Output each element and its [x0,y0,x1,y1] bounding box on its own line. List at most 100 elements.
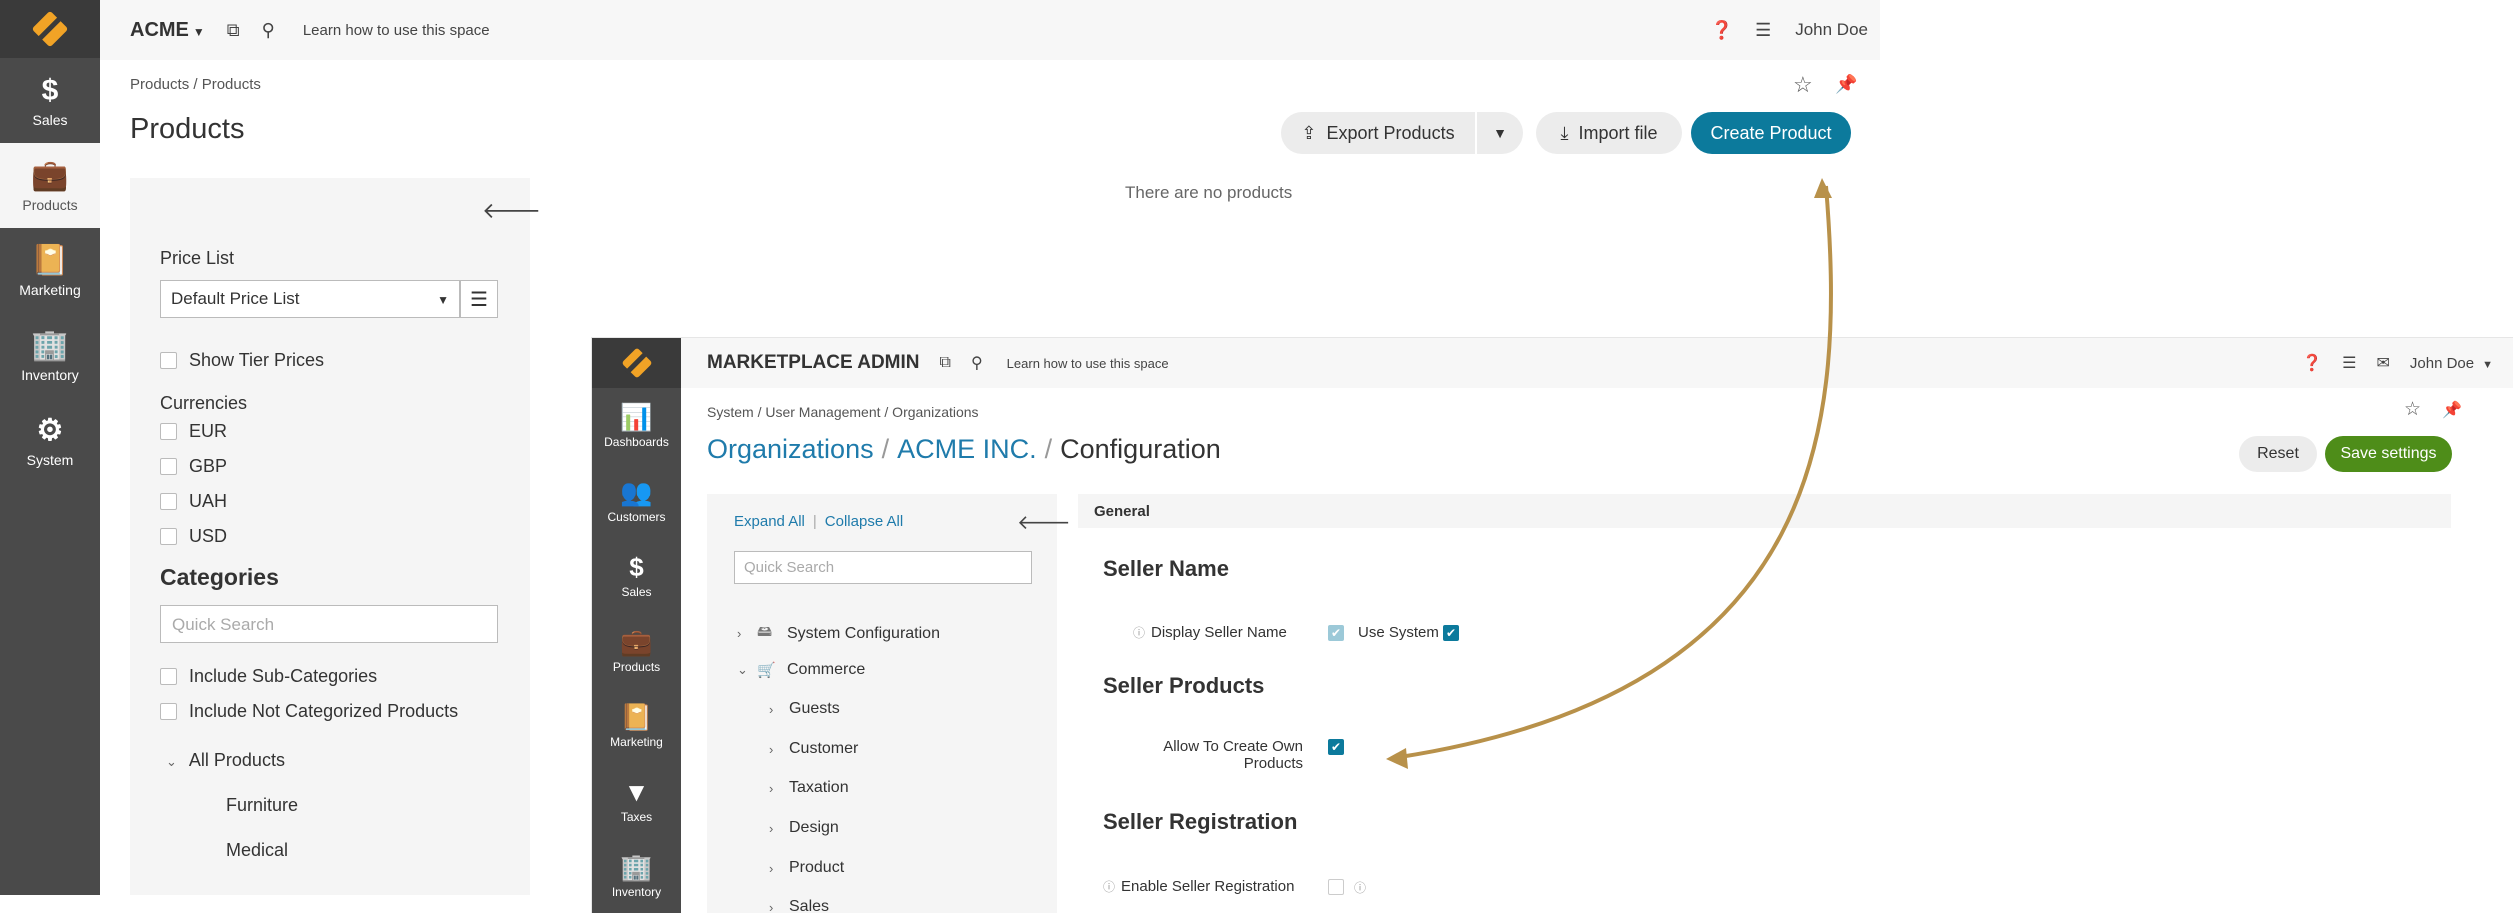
tree-node-customer[interactable]: › Customer [769,740,858,758]
include-not-categorized-checkbox[interactable]: Include Not Categorized Products [160,701,458,722]
include-sub-categories-checkbox[interactable]: Include Sub-Categories [160,666,377,687]
export-products-button[interactable]: ⇪ Export Products [1281,112,1475,154]
app-logo[interactable] [0,0,100,58]
info-icon: ⓘ [1103,880,1116,894]
nav-inventory[interactable]: 🏢 Inventory [592,838,681,913]
checkbox-box[interactable] [160,493,177,510]
user-name: John Doe [2409,354,2475,372]
help-icon[interactable]: ❓ [1711,20,1733,41]
tree-label: Guests [789,700,840,717]
logo-icon [620,347,653,379]
search-icon[interactable]: ⚲ [262,20,275,41]
tree-node-medical[interactable]: Medical [226,840,288,861]
tree-node-system-configuration[interactable]: › 🖴 System Configuration [737,621,940,646]
reset-button[interactable]: Reset [2239,436,2317,472]
arrow-left-icon[interactable]: 🡐 [1017,510,1071,535]
book-icon: 📔 [31,243,69,277]
tree-node-commerce[interactable]: ⌄ 🛒 Commerce [737,661,865,679]
building-icon: 🏢 [31,328,69,362]
currency-uah-checkbox[interactable]: UAH [160,491,227,512]
tree-node-design[interactable]: › Design [769,819,839,837]
currency-usd-checkbox[interactable]: USD [160,526,227,547]
pin-icon[interactable]: 📌 [1835,74,1857,95]
empty-grid-message: There are no products [1125,183,1293,202]
checkbox-box[interactable] [160,423,177,440]
shortcuts-icon[interactable]: ⧉ [940,354,951,372]
currency-gbp-checkbox[interactable]: GBP [160,456,227,477]
checkbox-label: UAH [189,491,228,511]
tree-node-guests[interactable]: › Guests [769,700,840,718]
price-list-menu-button[interactable]: ☰ [460,280,498,318]
category-quick-search[interactable]: Quick Search [160,605,498,643]
pin-icon[interactable]: 📌 [2442,400,2462,420]
checkbox-box[interactable] [160,668,177,685]
star-icon[interactable]: ☆ [1793,72,1813,98]
seller-name-section-title: Seller Name [1103,556,1229,581]
nav-taxes[interactable]: ▼ Taxes [592,763,681,838]
nav-marketing[interactable]: 📔 Marketing [0,228,100,313]
search-icon[interactable]: ⚲ [971,353,983,373]
learn-link[interactable]: Learn how to use this space [1007,356,1169,371]
nav-system[interactable]: ⚙ System [0,398,100,483]
expand-all-link[interactable]: Expand All [734,513,805,530]
menu-icon[interactable]: ☰ [1755,20,1771,41]
save-settings-button[interactable]: Save settings [2325,436,2452,472]
display-seller-name-checkbox[interactable]: ✔ [1328,625,1344,641]
check-icon: ✔ [1330,626,1342,640]
nav-products[interactable]: 💼 Products [592,613,681,688]
checkbox-box[interactable] [160,352,177,369]
chevron-right-icon: › [769,701,774,717]
checkbox-box[interactable] [160,703,177,720]
price-list-select[interactable]: Default Price List ▼ [160,280,460,318]
nav-products[interactable]: 💼 Products [0,143,100,228]
nav-inventory[interactable]: 🏢 Inventory [0,313,100,398]
chevron-right-icon: › [737,626,742,641]
create-product-button[interactable]: Create Product [1691,112,1851,154]
nav-sales[interactable]: $ Sales [0,58,100,143]
nav-sales[interactable]: $ Sales [592,538,681,613]
star-icon[interactable]: ☆ [2404,398,2421,421]
checkbox-box[interactable] [160,528,177,545]
info-icon: ⓘ [1354,881,1367,895]
help-icon[interactable]: ❓ [2302,353,2322,373]
envelope-icon[interactable]: ✉ [2376,353,2389,373]
tree-quick-search[interactable]: Quick Search [734,551,1032,584]
arrow-left-icon[interactable]: 🡐 [482,198,541,224]
tree-node-product[interactable]: › Product [769,859,844,877]
organizations-link[interactable]: Organizations [707,434,874,464]
use-system-checkbox[interactable]: ✔ [1443,625,1459,641]
export-dropdown-button[interactable]: ▼ [1477,112,1523,154]
learn-link[interactable]: Learn how to use this space [303,22,490,39]
show-tier-prices-checkbox[interactable]: Show Tier Prices [160,350,324,371]
organization-name[interactable]: MARKETPLACE ADMIN [707,352,920,374]
user-menu[interactable]: John Doe [1795,20,1868,40]
checkbox-label: Show Tier Prices [189,350,325,370]
tree-node-taxation[interactable]: › Taxation [769,779,849,797]
tree-node-furniture[interactable]: Furniture [226,795,298,816]
import-file-button[interactable]: ⤓ Import file [1536,112,1682,154]
tree-label: All Products [188,750,285,770]
top-bar: MARKETPLACE ADMIN ⧉ ⚲ Learn how to use t… [681,338,2513,388]
app-logo[interactable] [592,338,681,388]
shortcuts-icon[interactable]: ⧉ [227,20,240,41]
caret-down-icon: ▼ [2482,358,2493,371]
tree-node-all-products[interactable]: ⌄ All Products [166,750,285,771]
nav-customers[interactable]: 👥 Customers [592,463,681,538]
currency-eur-checkbox[interactable]: EUR [160,421,227,442]
nav-label: Customers [607,509,666,524]
menu-icon[interactable]: ☰ [2342,353,2356,373]
nav-dashboards[interactable]: 📊 Dashboards [592,388,681,463]
organization-switcher[interactable]: ACME ▼ [130,19,205,42]
chevron-down-icon: ⌄ [737,662,748,677]
allow-create-products-checkbox[interactable]: ✔ [1328,739,1344,755]
enable-seller-registration-checkbox[interactable] [1328,879,1344,895]
tree-node-sales[interactable]: › Sales [769,898,829,913]
acme-inc-link[interactable]: ACME INC. [897,434,1037,464]
check-icon: ✔ [1330,740,1342,754]
nav-marketing[interactable]: 📔 Marketing [592,688,681,763]
price-list-value: Default Price List [171,289,300,308]
checkbox-box[interactable] [160,458,177,475]
user-menu[interactable]: John Doe ▼ [2410,355,2493,372]
building-icon: 🏢 [620,851,653,882]
collapse-all-link[interactable]: Collapse All [825,513,903,530]
